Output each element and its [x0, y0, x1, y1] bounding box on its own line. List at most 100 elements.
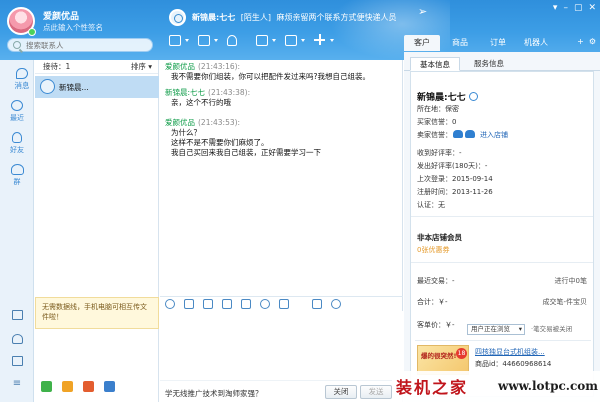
- nav-friends-label: 好友: [10, 146, 24, 154]
- clock-icon: [11, 100, 23, 111]
- signature-field[interactable]: 点此输入个性签名: [43, 22, 103, 33]
- product-id: 商品id：44660968614: [475, 360, 552, 368]
- store-app-icon[interactable]: [83, 381, 94, 392]
- send-button[interactable]: 发送: [360, 385, 392, 399]
- shop-app-icon[interactable]: [41, 381, 52, 392]
- heart-icon[interactable]: [260, 298, 270, 309]
- video-icon[interactable]: [197, 33, 218, 49]
- title-bar: 爱颜优品 点此输入个性签名 新锦晨:七七 [陌生人] 麻烦亲留两个联系方式便快递…: [0, 0, 600, 60]
- nav-recent-label: 最近: [10, 114, 24, 122]
- chat-footer: 学无线推广技术到淘师家强？ 关闭 发送: [160, 380, 403, 402]
- customer-name: 新锦晨:七七: [417, 90, 478, 103]
- info-tabs: 基本信息 服务信息: [404, 57, 600, 71]
- message-text: 我不需要你们组装，你可以把配件发过来吗?我想自己组装。: [171, 72, 370, 81]
- message-time: (21:43:53):: [198, 118, 241, 127]
- screenshot-icon[interactable]: [222, 298, 232, 309]
- message-sender: 爱颜优品: [165, 62, 195, 71]
- font-icon[interactable]: [184, 298, 194, 309]
- screen-share-icon[interactable]: [255, 33, 276, 49]
- browsing-select[interactable]: 用户正在浏览: [467, 324, 525, 335]
- recent-trade-label: 最近交易：-: [417, 277, 455, 285]
- tab-service-info[interactable]: 服务信息: [464, 57, 514, 71]
- close-button[interactable]: 关闭: [325, 385, 357, 399]
- emoji-icon[interactable]: [165, 298, 175, 309]
- inbox-icon[interactable]: [0, 356, 34, 368]
- history-icon[interactable]: [312, 298, 322, 309]
- message-input[interactable]: [160, 311, 403, 379]
- add-tab-icon[interactable]: +: [577, 37, 584, 46]
- product-badge: 18: [456, 348, 467, 359]
- location: 所在地：保密: [417, 105, 459, 113]
- nav-groups-label: 群: [13, 178, 21, 186]
- contact-title: 新锦晨:七七 [陌生人] 麻烦亲留两个联系方式便快递人员: [192, 12, 397, 23]
- in-progress-count: 进行中0笔: [554, 277, 587, 285]
- search-icon: [13, 41, 21, 49]
- tab-robot[interactable]: 机器人: [518, 35, 554, 51]
- list-item[interactable]: 新锦晨...: [35, 76, 159, 98]
- total-label: 合计：￥-: [417, 298, 448, 306]
- tab-customer[interactable]: 客户: [404, 35, 440, 51]
- contact-card-icon[interactable]: [0, 334, 34, 346]
- chat-message: 爱颜优品 (21:43:53): 为什么？ 这样不是不需要你们麻烦了。 我自己买回…: [165, 118, 321, 158]
- settings-icon[interactable]: ⚙: [589, 37, 596, 46]
- info-card: 新锦晨:七七 所在地：保密 买家信誉：0 卖家信誉： 进入店铺 收到好评率：- 发…: [410, 71, 594, 397]
- shortcut-icon[interactable]: [331, 298, 341, 309]
- message-icon: [16, 68, 28, 79]
- list-header: 接待：1 排序: [35, 60, 158, 74]
- closed-trade-note: ·笔交易被关闭: [531, 325, 573, 333]
- sort-dropdown[interactable]: 排序: [131, 61, 152, 72]
- given-rate: 发出好评率(180天)：-: [417, 162, 488, 170]
- search-box[interactable]: [7, 38, 153, 52]
- avg-price-label: 客单价：￥-: [417, 321, 455, 329]
- watermark-url: www.lotpc.com: [498, 379, 598, 393]
- tab-order[interactable]: 订单: [480, 35, 516, 51]
- message-text: 为什么？: [171, 128, 201, 137]
- contact-list: 接待：1 排序 新锦晨... 无需数据线，手机电脑可相互传文件啦！: [35, 60, 159, 402]
- seller-credit-label: 卖家信誉：: [417, 131, 452, 139]
- message-text: 亲，这个不行的哦: [171, 98, 231, 107]
- coupon-count[interactable]: 0张优惠券: [417, 245, 449, 255]
- calendar-app-icon[interactable]: [104, 381, 115, 392]
- crown-icon: [465, 130, 475, 138]
- maximize-icon[interactable]: ▢: [574, 3, 583, 13]
- app-shortcuts: [41, 381, 115, 392]
- online-status-icon[interactable]: [28, 28, 36, 36]
- remote-icon[interactable]: [284, 33, 305, 49]
- share-icon[interactable]: [168, 33, 189, 49]
- nav-messages[interactable]: 消息: [5, 68, 39, 91]
- received-rate: 收到好评率：-: [417, 149, 462, 157]
- reception-count: 接待：1: [43, 62, 71, 71]
- contact-tag: [陌生人]: [240, 13, 271, 22]
- seller-credit: 卖家信誉： 进入店铺: [417, 130, 508, 140]
- contact-warning: 麻烦亲留两个联系方式便快递人员: [276, 13, 397, 22]
- phrase-icon[interactable]: [279, 298, 289, 309]
- nav-groups[interactable]: 群: [0, 164, 34, 187]
- customer-name-text: 新锦晨:七七: [417, 93, 466, 103]
- contact-name: 新锦晨:七七: [192, 13, 236, 22]
- file-icon[interactable]: [241, 298, 251, 309]
- search-input[interactable]: [26, 40, 150, 51]
- member-status: 非本店铺会员: [417, 233, 462, 242]
- contact-avatar[interactable]: [169, 9, 186, 26]
- minimize-icon[interactable]: –: [563, 3, 568, 13]
- nav-friends[interactable]: 好友: [0, 132, 34, 155]
- promo-link[interactable]: 学无线推广技术到淘师家强？: [165, 388, 263, 399]
- input-toolbar: [160, 296, 403, 310]
- image-icon[interactable]: [203, 298, 213, 309]
- hamburger-menu-icon[interactable]: ≡: [0, 378, 34, 389]
- enter-shop-link[interactable]: 进入店铺: [480, 131, 508, 139]
- tab-product[interactable]: 商品: [442, 35, 478, 51]
- file-transfer-notice[interactable]: 无需数据线，手机电脑可相互传文件啦！: [35, 297, 159, 329]
- product-name-link[interactable]: 四核独显台式机组装...: [475, 347, 545, 357]
- register-time: 注册时间：2013-11-26: [417, 188, 493, 196]
- call-icon[interactable]: [468, 92, 478, 101]
- add-friend-icon[interactable]: [226, 33, 247, 49]
- menu-icon[interactable]: ▾: [553, 3, 558, 13]
- phone-icon[interactable]: [0, 310, 34, 322]
- close-icon[interactable]: ✕: [588, 3, 596, 13]
- nav-recent[interactable]: 最近: [0, 100, 34, 123]
- app-grid-icon[interactable]: [313, 33, 334, 49]
- folder-app-icon[interactable]: [62, 381, 73, 392]
- tab-basic-info[interactable]: 基本信息: [410, 57, 460, 71]
- site-watermark: 装机之家 www.lotpc.com: [392, 371, 600, 402]
